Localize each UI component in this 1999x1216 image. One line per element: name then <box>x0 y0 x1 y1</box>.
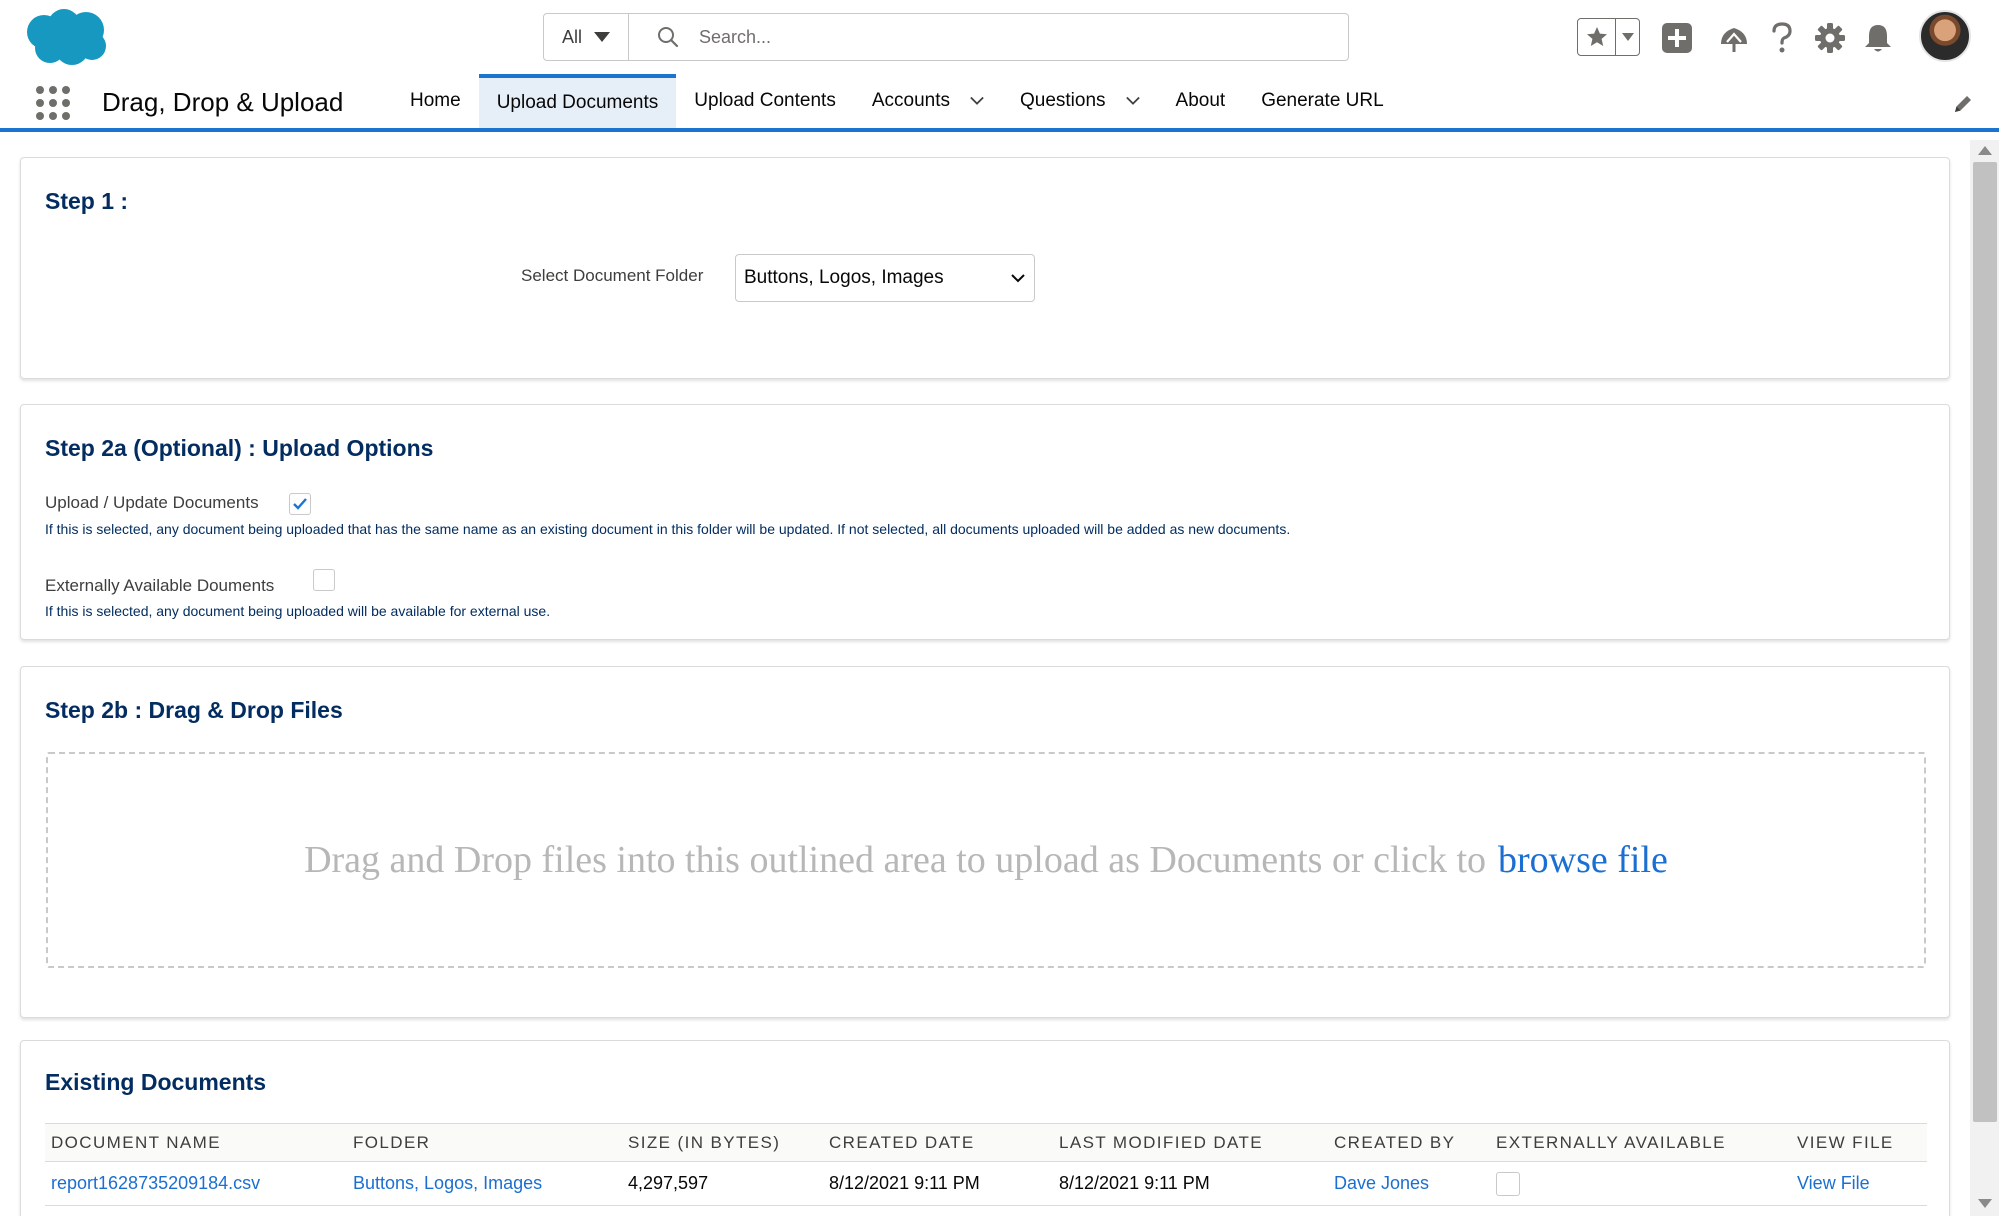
add-icon <box>1662 23 1692 53</box>
column-header-externally-available[interactable]: EXTERNALLY AVAILABLE <box>1490 1123 1791 1162</box>
upload-update-checkbox[interactable] <box>289 493 311 515</box>
favorites-list-button[interactable] <box>1616 19 1639 55</box>
nav-item-upload-contents[interactable]: Upload Contents <box>676 74 854 128</box>
nav-item-label: Accounts <box>871 90 950 111</box>
column-header-folder[interactable]: FOLDER <box>347 1123 622 1162</box>
external-available-label: Externally Available Douments <box>45 576 275 595</box>
favorites-button-group <box>1577 18 1640 56</box>
help-icon <box>1772 22 1792 53</box>
nav-item-label: Home <box>410 90 461 111</box>
scroll-down-arrow-icon[interactable] <box>1978 1199 1992 1208</box>
nav-tabs: Home Upload Documents Upload Contents Ac… <box>392 74 1402 128</box>
table-row: report1628735209184.csv Buttons, Logos, … <box>45 1161 1927 1206</box>
page-content: Step 1 : Select Document Folder Buttons,… <box>0 136 1999 1216</box>
documents-table: DOCUMENT NAME FOLDER SIZE (IN BYTES) CRE… <box>45 1123 1927 1206</box>
gear-icon <box>1815 23 1845 53</box>
externally-available-checkbox[interactable] <box>1496 1171 1520 1196</box>
step1-card: Step 1 : Select Document Folder Buttons,… <box>20 157 1950 379</box>
step2b-card: Step 2b : Drag & Drop Files Drag and Dro… <box>20 666 1950 1018</box>
external-available-checkbox[interactable] <box>313 569 335 591</box>
nav-item-label: About <box>1175 90 1226 111</box>
checkmark-icon <box>293 498 307 510</box>
cell-document-name: report1628735209184.csv <box>45 1161 347 1206</box>
step1-title: Step 1 : <box>45 188 129 214</box>
cell-size: 4,297,597 <box>622 1161 823 1206</box>
chevron-down-icon <box>1011 274 1025 283</box>
vertical-scrollbar[interactable] <box>1970 140 1999 1216</box>
app-launcher-icon[interactable] <box>36 86 70 120</box>
nav-item-label: Upload Contents <box>694 90 836 111</box>
cell-created-date: 8/12/2021 9:11 PM <box>823 1161 1053 1206</box>
salesforce-cloud-logo[interactable] <box>22 6 112 68</box>
existing-documents-title: Existing Documents <box>45 1069 267 1095</box>
folder-link[interactable]: Buttons, Logos, Images <box>353 1173 542 1193</box>
favorites-button[interactable] <box>1578 19 1616 55</box>
nav-item-about[interactable]: About <box>1158 74 1244 128</box>
drop-zone-text: Drag and Drop files into this outlined a… <box>304 839 1487 881</box>
folder-select-label: Select Document Folder <box>521 266 704 285</box>
cell-created-by: Dave Jones <box>1328 1161 1490 1206</box>
step2a-title: Step 2a (Optional) : Upload Options <box>45 435 434 461</box>
chevron-down-icon[interactable] <box>1125 94 1140 108</box>
scroll-up-arrow-icon[interactable] <box>1978 146 1992 155</box>
search-scope-label: All <box>561 26 582 47</box>
column-header-view-file[interactable]: VIEW FILE <box>1791 1123 1927 1162</box>
chevron-down-icon[interactable] <box>970 94 984 108</box>
table-header-row: DOCUMENT NAME FOLDER SIZE (IN BYTES) CRE… <box>45 1123 1927 1162</box>
edit-nav-pencil-icon[interactable] <box>1952 93 1974 115</box>
cell-view-file: View File <box>1791 1161 1927 1206</box>
upload-update-label: Upload / Update Documents <box>45 493 259 512</box>
column-header-size[interactable]: SIZE (IN BYTES) <box>622 1123 823 1162</box>
browse-file-link[interactable]: browse file <box>1498 838 1668 882</box>
document-folder-select[interactable]: Buttons, Logos, Images <box>735 254 1035 302</box>
search-field[interactable] <box>629 14 1348 60</box>
folder-select-value: Buttons, Logos, Images <box>744 267 944 288</box>
trailhead-icon <box>1721 28 1747 52</box>
created-by-link[interactable]: Dave Jones <box>1334 1173 1429 1193</box>
search-scope-dropdown[interactable]: All <box>544 14 629 60</box>
column-header-last-modified-date[interactable]: LAST MODIFIED DATE <box>1053 1123 1328 1162</box>
step2b-title: Step 2b : Drag & Drop Files <box>45 697 343 723</box>
scrollbar-thumb[interactable] <box>1973 162 1997 1122</box>
help-button[interactable] <box>1764 20 1800 56</box>
nav-item-generate-url[interactable]: Generate URL <box>1243 74 1402 128</box>
global-search: All <box>543 13 1349 61</box>
document-name-link[interactable]: report1628735209184.csv <box>51 1173 260 1193</box>
file-drop-zone[interactable]: Drag and Drop files into this outlined a… <box>46 752 1926 968</box>
caret-down-icon <box>594 32 610 42</box>
step2a-card: Step 2a (Optional) : Upload Options Uplo… <box>20 404 1950 640</box>
search-icon <box>658 27 679 48</box>
nav-item-questions[interactable]: Questions <box>1002 74 1158 128</box>
caret-down-icon <box>1621 33 1634 41</box>
cell-folder: Buttons, Logos, Images <box>347 1161 622 1206</box>
nav-item-accounts[interactable]: Accounts <box>854 74 1002 128</box>
nav-item-upload-documents[interactable]: Upload Documents <box>478 74 677 128</box>
nav-item-label: Questions <box>1019 90 1106 111</box>
search-input[interactable] <box>699 26 1299 48</box>
column-header-document-name[interactable]: DOCUMENT NAME <box>45 1123 347 1162</box>
cell-externally-available <box>1490 1161 1791 1206</box>
trailhead-button[interactable] <box>1716 20 1752 56</box>
column-header-created-date[interactable]: CREATED DATE <box>823 1123 1053 1162</box>
nav-item-label: Upload Documents <box>496 92 659 113</box>
setup-button[interactable] <box>1812 20 1848 56</box>
bell-icon <box>1865 25 1891 52</box>
nav-item-label: Generate URL <box>1261 90 1384 111</box>
column-header-created-by[interactable]: CREATED BY <box>1328 1123 1490 1162</box>
external-available-help: If this is selected, any document being … <box>45 603 551 619</box>
star-icon <box>1586 27 1607 46</box>
global-actions-button[interactable] <box>1659 20 1695 56</box>
app-navigation-bar: Drag, Drop & Upload Home Upload Document… <box>0 74 1999 132</box>
notifications-button[interactable] <box>1860 20 1896 56</box>
nav-item-home[interactable]: Home <box>392 74 479 128</box>
user-avatar[interactable] <box>1919 10 1971 62</box>
upload-update-help: If this is selected, any document being … <box>45 521 1291 537</box>
app-name: Drag, Drop & Upload <box>102 87 344 117</box>
existing-documents-card: Existing Documents DOCUMENT NAME FOLDER … <box>20 1040 1950 1216</box>
global-header: All <box>0 0 1999 74</box>
cell-modified-date: 8/12/2021 9:11 PM <box>1053 1161 1328 1206</box>
view-file-link[interactable]: View File <box>1797 1173 1870 1193</box>
